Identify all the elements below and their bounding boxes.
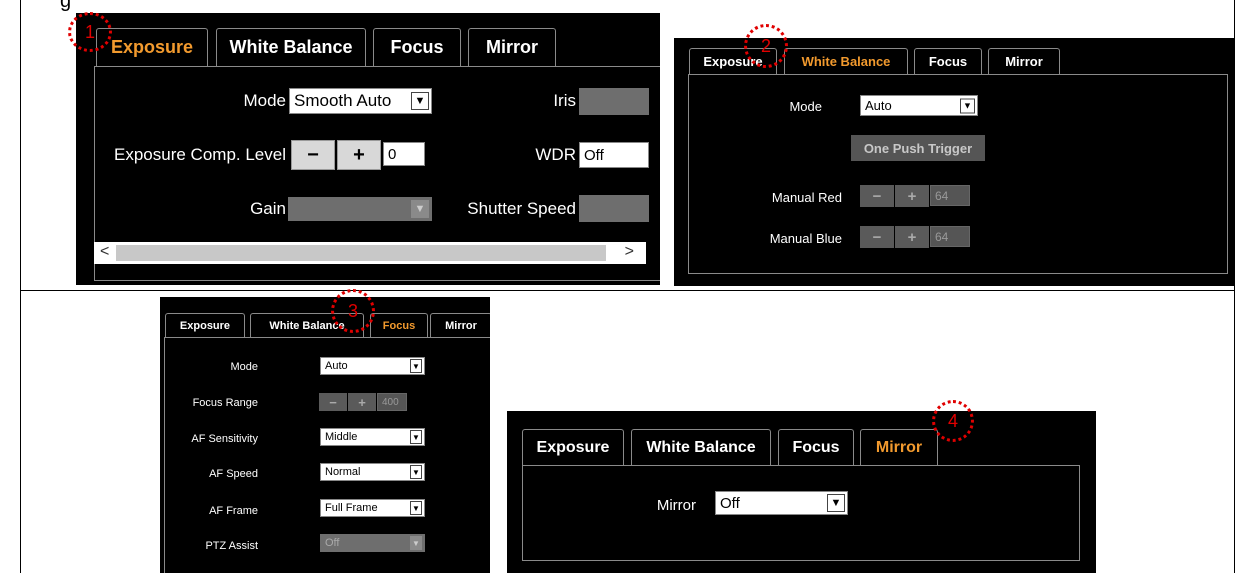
mode-select[interactable]: Smooth Auto ▼ [289,88,432,114]
tab-exposure[interactable]: Exposure [165,313,245,337]
manual-blue-label: Manual Blue [769,231,842,246]
exposure-panel: Exposure White Balance Focus Mirror Mode… [76,13,660,285]
tab-mirror[interactable]: Mirror [860,429,938,465]
mode-label: Mode [789,99,822,114]
mode-select[interactable]: Auto ▼ [320,357,425,375]
frame-divider-line [20,290,1235,291]
mode-select[interactable]: Auto ▼ [860,95,978,116]
callout-3: 3 [331,289,375,333]
manual-red-input[interactable]: 64 [930,185,970,206]
ptz-assist-label: PTZ Assist [205,540,258,552]
tab-white-balance[interactable]: White Balance [784,48,908,74]
af-frame-select[interactable]: Full Frame ▼ [320,499,425,517]
af-sensitivity-label: AF Sensitivity [191,433,258,445]
manual-red-minus-button[interactable]: − [860,185,894,207]
chevron-down-icon: ▼ [410,430,422,444]
mirror-panel: Exposure White Balance Focus Mirror Mirr… [507,411,1096,573]
focus-range-plus-button[interactable]: + [348,393,376,411]
callout-2: 2 [744,24,788,68]
frame-right-line [1234,0,1235,573]
chevron-down-icon: ▼ [411,92,429,110]
tab-white-balance[interactable]: White Balance [631,429,771,465]
mode-label: Mode [243,91,286,110]
focus-range-minus-button[interactable]: − [319,393,347,411]
tab-focus[interactable]: Focus [778,429,854,465]
chevron-down-icon: ▼ [827,494,845,512]
manual-red-plus-button[interactable]: + [895,185,929,207]
af-frame-value: Full Frame [325,502,378,514]
mirror-label: Mirror [656,497,696,514]
manual-blue-minus-button[interactable]: − [860,226,894,248]
scrollbar-thumb[interactable] [116,245,606,261]
tab-mirror[interactable]: Mirror [430,313,490,337]
focus-range-input[interactable]: 400 [377,393,407,411]
exposure-comp-plus-button[interactable]: + [337,140,381,170]
wdr-label: WDR [535,145,576,164]
tab-exposure[interactable]: Exposure [522,429,624,465]
white-balance-panel: Exposure White Balance Focus Mirror Mode… [674,38,1234,286]
af-frame-label: AF Frame [209,505,258,517]
ptz-assist-value: Off [325,537,340,549]
tab-focus[interactable]: Focus [914,48,982,74]
tab-focus[interactable]: Focus [370,313,428,337]
wdr-select[interactable]: Off [579,142,649,168]
one-push-trigger-button[interactable]: One Push Trigger [851,135,985,161]
caption-text: g [60,0,72,12]
chevron-down-icon: ▼ [410,501,422,515]
tab-mirror[interactable]: Mirror [988,48,1060,74]
chevron-down-icon: ▼ [410,359,422,373]
iris-label: Iris [553,91,576,110]
focus-range-label: Focus Range [192,397,258,409]
manual-red-label: Manual Red [771,190,842,205]
mode-label: Mode [230,361,258,373]
chevron-down-icon: ▼ [410,465,422,479]
af-sensitivity-select[interactable]: Middle ▼ [320,428,425,446]
tab-white-balance[interactable]: White Balance [216,28,366,66]
exposure-comp-minus-button[interactable]: − [291,140,335,170]
manual-blue-input[interactable]: 64 [930,226,970,247]
shutter-speed-label: Shutter Speed [467,199,576,218]
af-speed-select[interactable]: Normal ▼ [320,463,425,481]
tab-focus[interactable]: Focus [373,28,461,66]
iris-field [579,88,649,115]
scroll-left-arrow-icon[interactable]: < [100,243,109,261]
manual-blue-plus-button[interactable]: + [895,226,929,248]
af-speed-label: AF Speed [209,468,258,480]
mode-value: Auto [325,360,348,372]
af-sensitivity-value: Middle [325,431,358,443]
af-speed-value: Normal [325,466,361,478]
gain-select[interactable]: ▼ [288,197,432,221]
focus-panel: Exposure White Balance Focus Mirror Mode… [160,297,490,573]
callout-4: 4 [932,400,974,442]
mirror-select[interactable]: Off ▼ [715,491,848,515]
ptz-assist-select[interactable]: Off ▼ [320,534,425,552]
mirror-value: Off [720,494,740,512]
gain-label: Gain [250,199,286,218]
horizontal-scrollbar[interactable]: < > [94,242,646,264]
tab-mirror[interactable]: Mirror [468,28,556,66]
exposure-comp-input[interactable]: 0 [383,142,425,166]
exposure-comp-label: Exposure Comp. Level [114,145,286,164]
mode-value: Smooth Auto [294,91,392,110]
shutter-speed-field [579,195,649,222]
tab-exposure[interactable]: Exposure [96,28,208,66]
chevron-down-icon: ▼ [410,536,422,550]
chevron-down-icon: ▼ [411,200,429,218]
scroll-right-arrow-icon[interactable]: > [625,243,634,261]
mode-value: Auto [865,98,892,113]
chevron-down-icon: ▼ [960,98,975,113]
callout-1: 1 [68,12,112,52]
wdr-value: Off [584,146,604,164]
frame-left-line [20,0,21,573]
